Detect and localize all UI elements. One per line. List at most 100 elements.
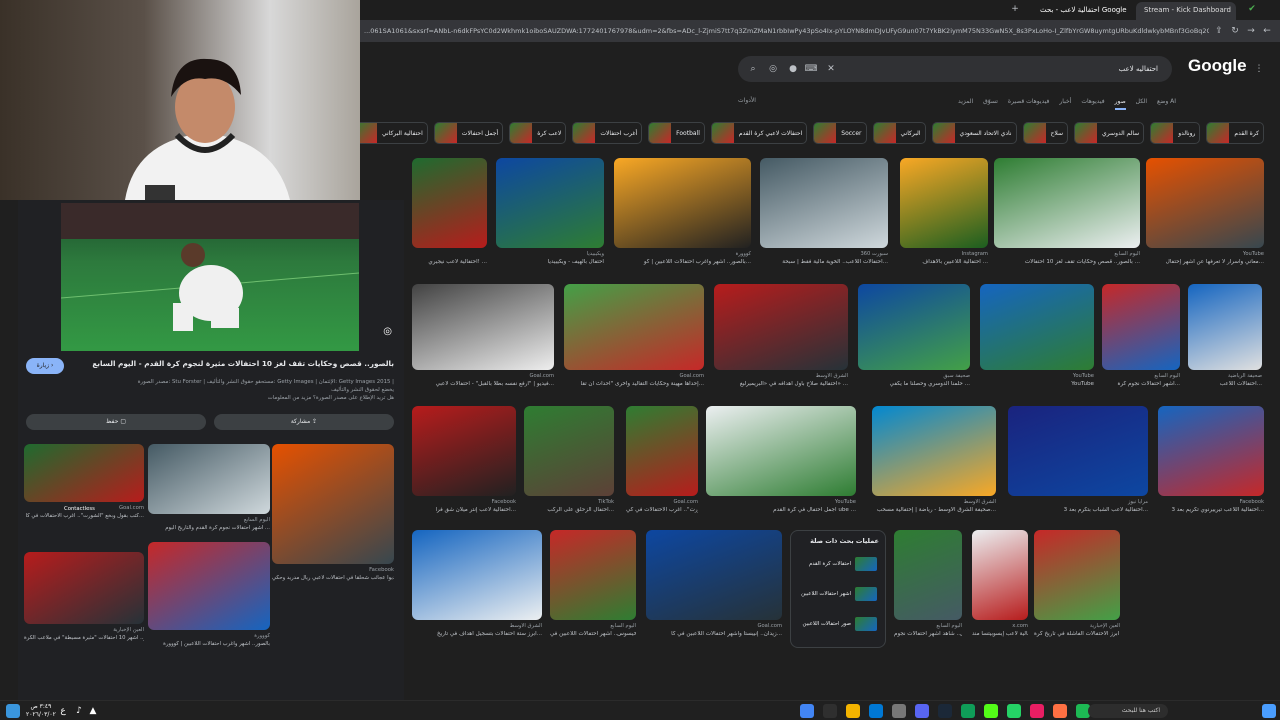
image-result[interactable] (858, 284, 970, 370)
tab-news[interactable]: أخبار (1059, 96, 1071, 110)
suggestion-chip[interactable]: أجمل احتفالات (433, 122, 504, 144)
suggestion-chip[interactable]: نادي الاتحاد السعودي (931, 122, 1017, 144)
discord-icon[interactable] (915, 704, 929, 718)
result-caption[interactable]: أبرز ستة احتفالات بتسجيل أهداف في تاريخ.… (412, 631, 542, 637)
suggestion-chip[interactable]: Soccer (813, 122, 867, 144)
image-result[interactable] (412, 284, 554, 370)
tab-all[interactable]: الكل (1136, 96, 1147, 110)
taskbar-search[interactable]: اكتب هنا للبحث (1088, 704, 1168, 718)
system-clock[interactable]: ٣:٤٩ ص ٢٠٢٦/٠٣/٠٢ (26, 703, 56, 719)
result-caption[interactable]: كانت بالوي وعانق "الشورت".. أغرب الاحتفا… (626, 507, 698, 513)
language-indicator[interactable]: ع (56, 704, 70, 718)
tab-videos[interactable]: فيديوهات (1081, 96, 1104, 110)
extension-icon[interactable]: ✔ (1245, 2, 1259, 16)
apps-grid-icon[interactable]: ⋮ (1252, 62, 1266, 76)
result-caption[interactable]: احتفالية صلاح بأول أهدافه في «البريميرلي… (714, 381, 848, 387)
image-result[interactable] (706, 406, 856, 496)
search-box[interactable]: احتفاليه لاعب ✕ ⌨ ● ◎ ⌕ (738, 56, 1172, 82)
forward-icon[interactable]: → (1244, 24, 1258, 38)
result-caption[interactable]: آخرهم خيسوس.. شاهد أشهر احتفالات نجوم ..… (894, 631, 962, 637)
clear-search-icon[interactable]: ✕ (824, 62, 838, 76)
media-icon[interactable] (1053, 704, 1067, 718)
image-result[interactable] (1158, 406, 1264, 496)
image-result[interactable] (564, 284, 704, 370)
suggestion-chip[interactable]: كرة القدم (1206, 122, 1264, 144)
start-menu-icon[interactable] (6, 704, 20, 718)
image-result[interactable] (646, 530, 782, 620)
preview-related-image[interactable] (24, 552, 144, 624)
save-button[interactable]: حفظ ▢ (26, 414, 206, 430)
result-caption[interactable]: احتفالية لاعب الشباب بتكرم بعد 3... (1008, 507, 1148, 513)
result-caption[interactable]: بالفيديو.. أبرز الاحتفالات الفاشلة في تا… (1034, 631, 1120, 637)
tools-button[interactable]: الأدوات (738, 97, 756, 104)
result-caption[interactable]: YouTube (980, 381, 1094, 387)
tab-ai-mode[interactable]: وضع AI (1157, 96, 1176, 110)
image-result[interactable] (614, 158, 751, 248)
share-button[interactable]: مشاركة ⇪ (214, 414, 394, 430)
suggestion-chip[interactable]: رونالدو (1150, 122, 1201, 144)
image-result[interactable] (972, 530, 1028, 620)
edge-icon[interactable] (961, 704, 975, 718)
suggestion-chip[interactable]: البركاني (872, 122, 926, 144)
preview-related-image[interactable] (272, 444, 394, 564)
image-result[interactable] (1102, 284, 1180, 370)
windows-logo-icon[interactable] (1262, 704, 1276, 718)
preview-related-image[interactable] (24, 444, 144, 502)
result-caption[interactable]: أشهر احتفالات نجوم كرة... (1102, 381, 1180, 387)
result-caption[interactable]: معاني وأسرار لا تعرفها عن أشهر إحتفال... (1146, 259, 1264, 265)
image-result[interactable] (412, 406, 516, 496)
suggestion-chip[interactable]: سلاح (1022, 122, 1069, 144)
result-caption[interactable]: فيديو | "أرفع نفسه بطلاً بالقبل" - احتفا… (412, 381, 554, 387)
tab-shopping[interactable]: تسوّق (983, 96, 998, 110)
result-caption[interactable]: احتفالات اللاعب.. الخوية مالية فقط | سبح… (760, 259, 888, 265)
tab-images[interactable]: صور (1114, 96, 1126, 110)
url-input[interactable]: ...061SA1061&sxsrf=ANbL-n6dkFPsYC0d2Wkhm… (364, 24, 1209, 38)
image-result[interactable] (872, 406, 996, 496)
share-page-icon[interactable]: ⇪ (1212, 24, 1226, 38)
image-result[interactable] (900, 158, 988, 248)
result-caption[interactable]: احتفالية لاعب نيجيري! ... (412, 259, 487, 265)
suggestion-chip[interactable]: لاعب كرة (509, 122, 567, 144)
keyboard-icon[interactable]: ⌨ (804, 62, 818, 76)
result-caption[interactable]: بالصور.. أشهر وأغرب احتفالات اللاعبين | … (614, 259, 751, 265)
image-result[interactable] (1188, 284, 1262, 370)
image-result[interactable] (1034, 530, 1120, 620)
preview-image-caption[interactable]: فيديوا عجائب شحلقا في احتفالات لاعبي ريا… (272, 575, 394, 581)
result-caption[interactable]: احتفالية اللاعبين بالأهداف ... (900, 259, 988, 265)
image-result[interactable] (760, 158, 888, 248)
new-tab-button[interactable]: + (1008, 2, 1022, 16)
kick-icon[interactable] (984, 704, 998, 718)
result-caption[interactable]: بالصور.. قصص وحكايات تقف لغز 10 احتفالات… (994, 259, 1140, 265)
image-result[interactable] (714, 284, 848, 370)
reload-icon[interactable]: ↻ (1228, 24, 1242, 38)
whatsapp-icon[interactable] (1007, 704, 1021, 718)
lens-search-icon[interactable]: ◎ (766, 62, 780, 76)
preview-image-caption[interactable]: كتب بقول وبخع "الشورت".. أغرب الاحتفالات… (24, 513, 144, 519)
chrome-icon[interactable] (800, 704, 814, 718)
lens-icon[interactable]: ◎ (383, 326, 392, 337)
store-icon[interactable] (869, 704, 883, 718)
image-result[interactable] (1146, 158, 1264, 248)
photos-icon[interactable] (1030, 704, 1044, 718)
explorer-icon[interactable] (846, 704, 860, 718)
search-icon[interactable]: ⌕ (746, 62, 760, 76)
image-result[interactable] (994, 158, 1140, 248)
result-caption[interactable]: احتفالية اللاعب تيرييرنوي تكريم بعد 3... (1158, 507, 1264, 513)
result-caption[interactable]: اخرهم خيسوس.. أشهر احتفالات اللاعبين في … (550, 631, 636, 637)
steam-icon[interactable] (938, 704, 952, 718)
image-result[interactable] (894, 530, 962, 620)
preview-image-caption[interactable]: فيديو.. أشهر 10 احتفالات "مثيرة مسيطة" ف… (24, 635, 144, 641)
suggestion-chip[interactable]: أغرب احتفالات (572, 122, 643, 144)
result-caption[interactable]: زيدان.. إنييستا وأشهر احتفالات اللاعبين … (646, 631, 782, 637)
result-caption[interactable]: احتفالات اللاعب... (1188, 381, 1262, 387)
suggestion-chip[interactable]: سالم الدوسري (1074, 122, 1145, 144)
image-result[interactable] (626, 406, 698, 496)
preview-image-caption[interactable]: بالصور.. أشهر وأغرب احتفالات اللاعبين | … (148, 641, 270, 647)
preview-title[interactable]: بالصور.. قصص وحكايات تقف لغز 10 احتفالات… (54, 358, 394, 370)
result-caption[interactable]: احتفال الزحلق على الركب... (524, 507, 614, 513)
image-result[interactable] (1008, 406, 1148, 496)
tab-kick-dashboard[interactable]: Stream - Kick Dashboard (1136, 2, 1236, 20)
suggestion-chip[interactable]: احتفالية البركاني (360, 122, 428, 144)
tab-google-search[interactable]: احتفالية لاعب - بحث Google (1032, 2, 1132, 20)
result-caption[interactable]: أجمل احتفال في كرة القدم ube ... (706, 507, 856, 513)
